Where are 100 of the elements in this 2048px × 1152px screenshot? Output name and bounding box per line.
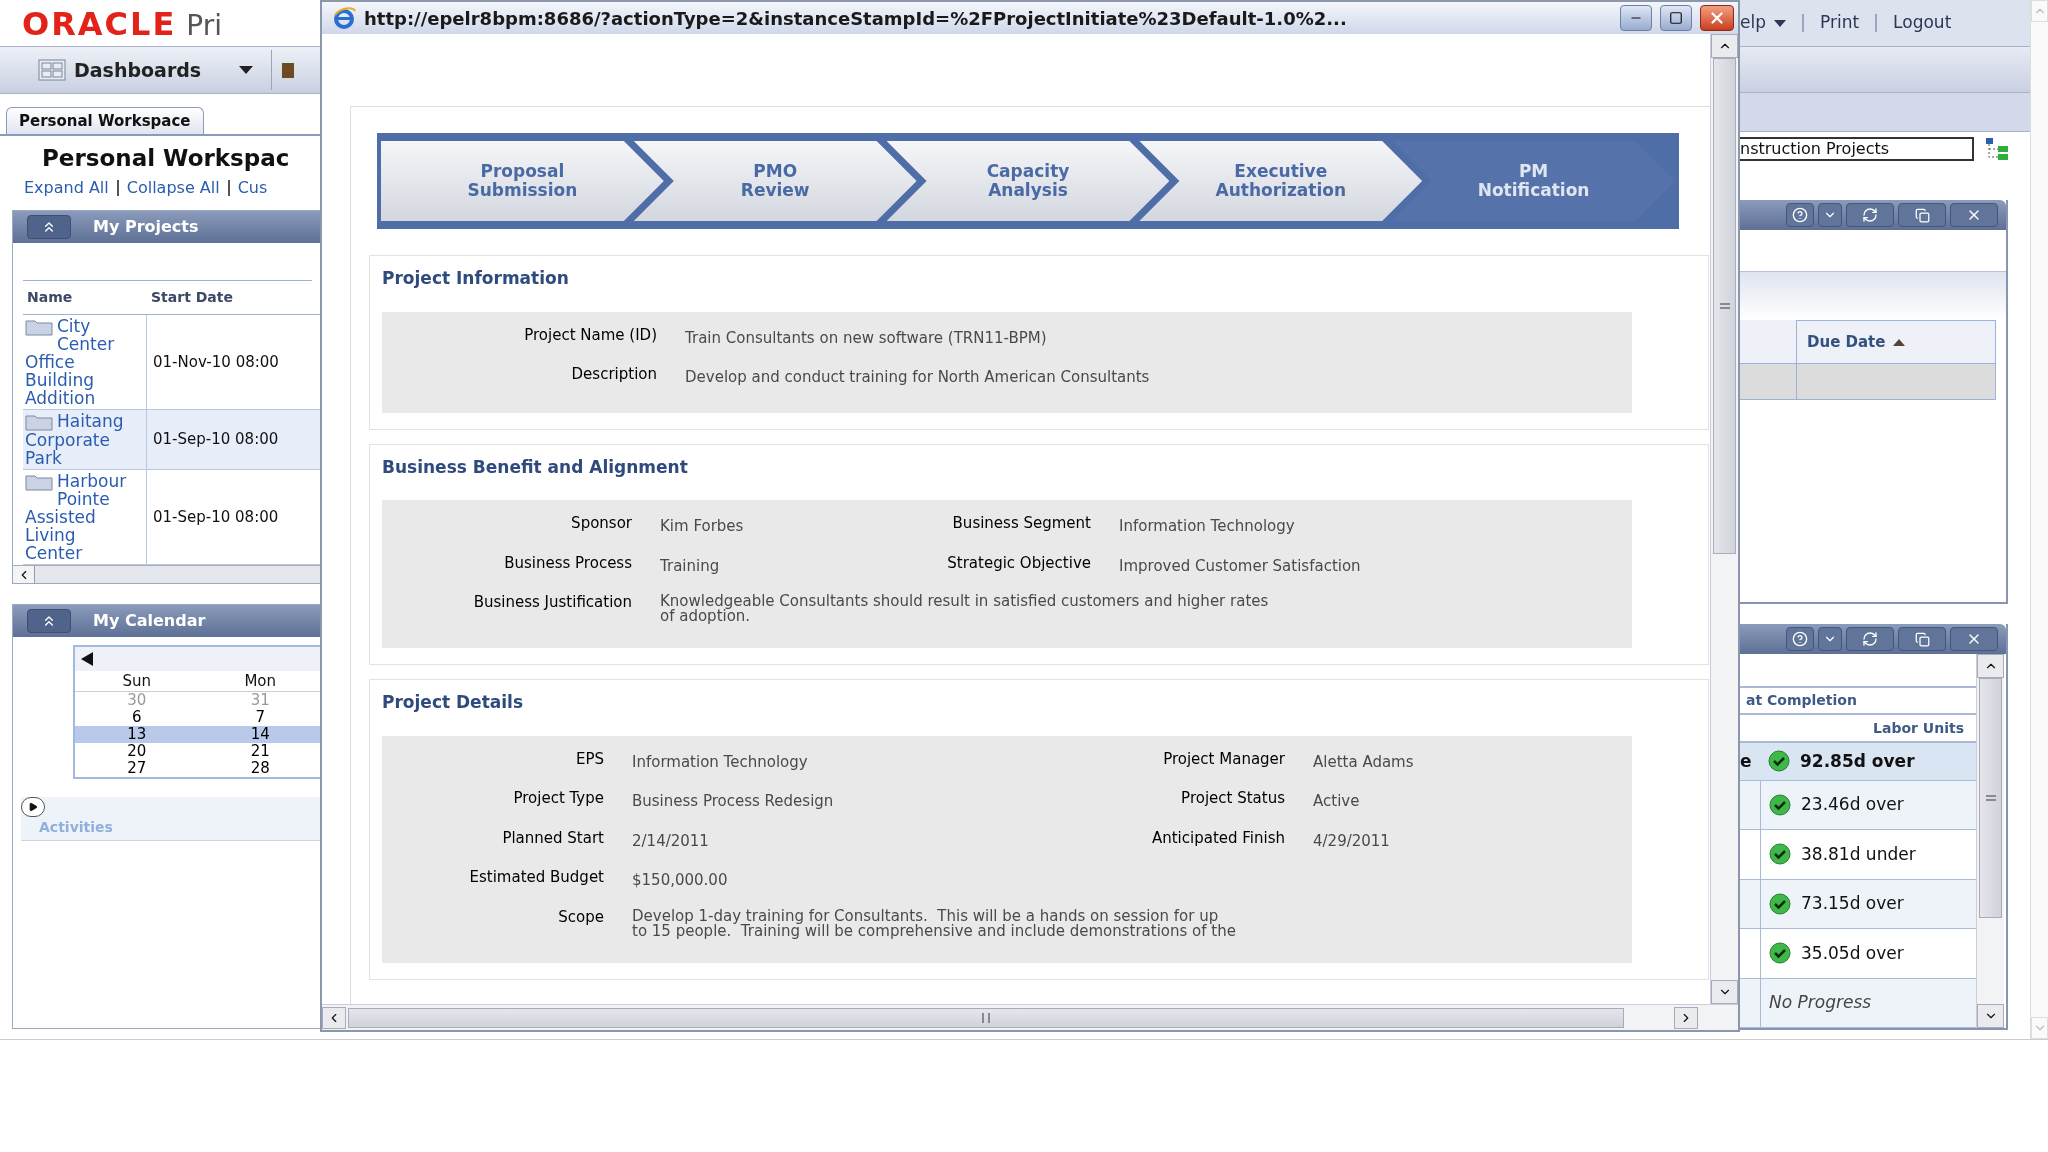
column-header[interactable]: Due Date (1796, 320, 1996, 364)
field-label: Project Manager (1162, 748, 1285, 770)
menu-button[interactable] (1818, 203, 1842, 227)
project-filter-field[interactable]: nstruction Projects (1740, 137, 1974, 161)
process-step[interactable]: Capacity Analysis (886, 141, 1170, 221)
calendar-date[interactable]: 6 (75, 709, 199, 726)
check-icon (1768, 750, 1790, 773)
menu-button[interactable] (1818, 627, 1842, 651)
field-label: Business Segment (951, 513, 1091, 534)
calendar-week[interactable]: 27 28 (75, 760, 322, 777)
calendar-week[interactable]: 20 21 (75, 743, 322, 760)
browser-icon (332, 7, 356, 29)
close-button[interactable] (1950, 203, 1998, 227)
header-link[interactable]: elp (1740, 10, 1786, 36)
calendar-date[interactable]: 7 (198, 709, 322, 726)
caret-icon (1774, 19, 1786, 27)
page-title: Personal Workspac (42, 144, 291, 172)
help-icon (1792, 207, 1808, 223)
field-label: Project Name (ID) (523, 324, 657, 346)
expand-button[interactable] (21, 797, 45, 817)
page-scrollbar[interactable] (2030, 0, 2048, 1039)
field-value: 4/29/2011 (1313, 830, 1391, 852)
hierarchy-icon[interactable] (1984, 138, 2010, 160)
vertical-scrollbar[interactable] (1976, 654, 2004, 1028)
close-button[interactable] (1950, 627, 1998, 651)
section-title: Project Information (382, 267, 570, 290)
process-step[interactable]: PM Notification (1392, 141, 1675, 221)
help-button[interactable] (1786, 203, 1814, 227)
weekday-label: Sun (121, 671, 152, 691)
field-label: Project Status (1180, 788, 1285, 809)
refresh-button[interactable] (1846, 627, 1894, 651)
calendar-week[interactable]: 6 7 (75, 709, 322, 726)
calendar-date[interactable]: 13 (75, 726, 199, 743)
sort-ascending-icon (1893, 338, 1906, 346)
refresh-button[interactable] (1846, 203, 1894, 227)
header-link[interactable]: Print (1820, 10, 1860, 36)
calendar-date[interactable]: 20 (75, 743, 199, 760)
field-label: Scope (557, 906, 604, 928)
help-icon (1792, 631, 1808, 647)
calendar-date[interactable]: 27 (75, 760, 199, 777)
project-link[interactable]: City Center Office Building Addition (25, 317, 138, 407)
refresh-icon (1862, 207, 1878, 223)
close-button[interactable] (1700, 5, 1734, 31)
field-value: Develop 1-day training for Consultants. This will be a hands on session for up to 15 people. Training will be comprehensive and include demonstrations of the (632, 908, 1237, 939)
process-step[interactable]: Proposal Submission (381, 141, 664, 221)
collapse-button[interactable] (27, 609, 71, 633)
window-title: http://epelr8bpm:8686/?actionType=2&instanceStampId=%2FProjectInitiate%23Default-1.0%2... (364, 6, 1348, 31)
horizontal-scrollbar[interactable] (13, 565, 322, 583)
dashboards-menu[interactable]: Dashboards (38, 52, 254, 88)
page-link[interactable]: Collapse All (126, 176, 220, 200)
scroll-thumb[interactable] (1713, 58, 1736, 554)
maximize-button[interactable] (1660, 5, 1692, 31)
field-value: Active (1313, 791, 1361, 812)
calendar-date[interactable]: 28 (198, 760, 322, 777)
vertical-scrollbar[interactable] (1710, 34, 1738, 1004)
field-value: Information Technology (1119, 516, 1296, 537)
table-cell: 01-Sep-10 08:00 (147, 410, 322, 470)
previous-month-icon[interactable] (81, 652, 93, 666)
weekday-label: Mon (243, 671, 278, 691)
panel-title: My Calendar (93, 610, 206, 632)
restore-icon (1914, 207, 1930, 223)
grip-icon (982, 1012, 990, 1023)
field-value: Training (660, 555, 721, 577)
folder-icon (25, 413, 53, 431)
field-value: Train Consultants on new software (TRN11-BPM) (685, 327, 1048, 349)
table-cell-text: e (1740, 749, 1752, 773)
calendar-date[interactable]: 21 (198, 743, 322, 760)
field-value: Develop and conduct training for North American Consultants (685, 367, 1151, 388)
restore-button[interactable] (1898, 627, 1946, 651)
header-link[interactable]: Logout (1893, 10, 1952, 36)
field-value: Aletta Adams (1313, 751, 1415, 773)
collapse-button[interactable] (27, 215, 71, 239)
process-step[interactable]: Executive Authorization (1139, 141, 1423, 221)
minimize-button[interactable] (1620, 5, 1652, 31)
scroll-thumb[interactable] (348, 1007, 1624, 1028)
caret-icon (239, 66, 254, 74)
section-label: Activities (39, 818, 114, 837)
refresh-icon (1862, 631, 1878, 647)
process-step[interactable]: PMO Review (633, 141, 917, 221)
calendar-date[interactable]: 14 (198, 726, 322, 743)
grip-icon (1985, 795, 1996, 801)
table-cell: 92.85d over (1760, 743, 1976, 780)
table-row[interactable]: e 92.85d over (1740, 743, 1976, 781)
restore-button[interactable] (1898, 203, 1946, 227)
horizontal-scrollbar[interactable] (322, 1004, 1738, 1030)
field-value: 2/14/2011 (632, 830, 710, 852)
page-link[interactable]: Expand All (24, 176, 109, 200)
field-label: Anticipated Finish (1150, 827, 1285, 849)
calendar-week[interactable]: 13 14 (75, 726, 322, 743)
help-button[interactable] (1786, 627, 1814, 651)
scroll-thumb[interactable] (1979, 678, 2002, 918)
grip-icon (1719, 303, 1730, 309)
workspace-tab[interactable]: Personal Workspace (6, 107, 204, 134)
field-label: Project Type (512, 788, 604, 809)
page-link[interactable]: Cus (237, 176, 268, 200)
project-link[interactable]: Haitang Corporate Park (25, 412, 138, 467)
check-icon (1769, 843, 1791, 866)
dashboard-icon (38, 59, 66, 81)
project-link[interactable]: Harbour Pointe Assisted Living Center (25, 472, 138, 562)
maximize-icon (1669, 11, 1683, 25)
